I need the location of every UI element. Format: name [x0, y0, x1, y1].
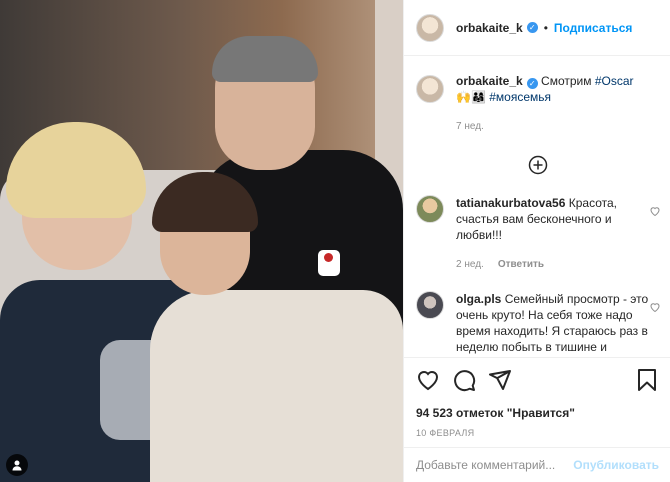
likes-count[interactable]: 94 523 отметок "Нравится"	[416, 406, 659, 420]
follow-button[interactable]: Подписаться	[554, 21, 632, 35]
photo-blanket	[150, 290, 403, 482]
heart-icon[interactable]	[649, 301, 661, 313]
post-actions: 94 523 отметок "Нравится" 10 ФЕВРАЛЯ	[404, 357, 670, 438]
comment-icon[interactable]	[452, 368, 476, 392]
plus-circle-icon	[528, 155, 547, 175]
comment-username[interactable]: olga.pls	[456, 292, 501, 306]
caption-emoji: 🙌👨‍👩‍👧	[456, 90, 486, 104]
verified-badge-icon: ✓	[526, 78, 538, 89]
post-photo[interactable]	[0, 0, 403, 482]
paper-plane-icon[interactable]	[488, 368, 512, 392]
avatar[interactable]	[416, 75, 444, 103]
separator-dot: •	[543, 20, 548, 35]
add-comment-bar: Опубликовать	[404, 447, 670, 482]
avatar[interactable]	[416, 291, 444, 319]
bookmark-icon[interactable]	[635, 368, 659, 392]
comments-list[interactable]: orbakaite_k ✓ Смотрим #Oscar 🙌👨‍👩‍👧 #мояс…	[404, 57, 670, 355]
comment-item: tatianakurbatova56 Красота, счастья вам …	[404, 195, 670, 273]
hashtag-link[interactable]: #моясемья	[489, 90, 551, 104]
heart-icon[interactable]	[416, 368, 440, 392]
verified-badge-icon: ✓	[526, 22, 538, 33]
avatar[interactable]	[416, 13, 444, 42]
author-username[interactable]: orbakaite_k	[456, 21, 523, 35]
avatar[interactable]	[416, 195, 444, 223]
reply-button[interactable]: Ответить	[498, 259, 544, 270]
heart-icon[interactable]	[649, 205, 661, 217]
caption-text: Смотрим	[541, 74, 592, 88]
photo-rose-patch	[318, 250, 340, 276]
post-header: orbakaite_k ✓ • Подписаться	[404, 0, 670, 56]
comment-username[interactable]: tatianakurbatova56	[456, 196, 565, 210]
hashtag-link[interactable]: #Oscar	[595, 74, 634, 88]
load-more-comments-button[interactable]	[404, 155, 670, 177]
comment-age[interactable]: 2 нед.	[456, 259, 484, 270]
caption-age[interactable]: 7 нед.	[456, 119, 646, 135]
photo-man-hair	[212, 36, 318, 82]
comment-item: olga.pls Семейный просмотр - это очень к…	[404, 291, 670, 355]
comment-input[interactable]	[416, 458, 574, 472]
caption-username[interactable]: orbakaite_k	[456, 74, 523, 88]
person-icon[interactable]	[6, 454, 28, 476]
post-side-panel: orbakaite_k ✓ • Подписаться orbakaite_k ✓…	[403, 0, 670, 482]
publish-button[interactable]: Опубликовать	[573, 458, 659, 472]
post-caption: orbakaite_k ✓ Смотрим #Oscar 🙌👨‍👩‍👧 #мояс…	[404, 57, 670, 135]
post-date[interactable]: 10 ФЕВРАЛЯ	[416, 428, 659, 438]
